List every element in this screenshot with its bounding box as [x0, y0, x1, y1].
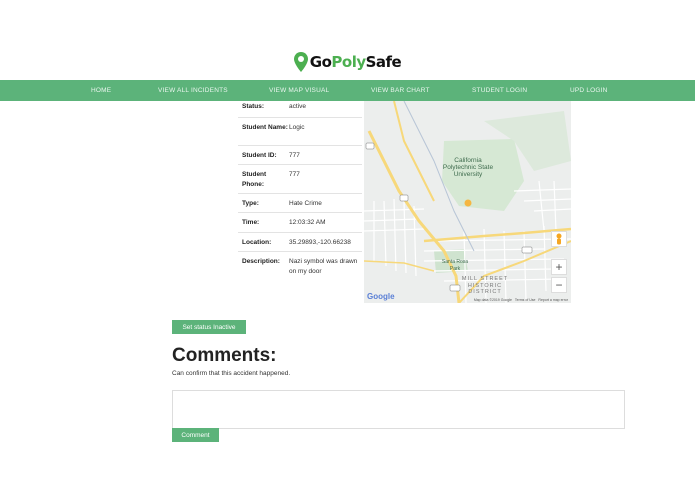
comment-input[interactable]: [172, 390, 625, 429]
nav-upd-login[interactable]: UPD LOGIN: [570, 87, 608, 94]
detail-value: Nazi symbol was drawn on my door: [289, 258, 358, 275]
detail-row-type: Type: Hate Crime: [238, 194, 362, 213]
district-label: MILL STREET HISTORIC DISTRICT: [461, 276, 509, 295]
detail-row-student-phone: Student Phone: 777: [238, 165, 362, 194]
report-map-error-link[interactable]: Report a map error: [538, 298, 568, 302]
detail-label: Status:: [242, 103, 265, 110]
nav-home[interactable]: HOME: [91, 87, 111, 94]
map-pin-icon: [293, 52, 308, 72]
brand-name: GoPolySafe: [309, 53, 402, 71]
detail-row-time: Time: 12:03:32 AM: [238, 213, 362, 233]
nav-student-login[interactable]: STUDENT LOGIN: [472, 87, 527, 94]
google-logo: Google: [367, 292, 395, 301]
detail-label: Description:: [242, 258, 280, 265]
site-logo[interactable]: GoPolySafe: [0, 52, 695, 72]
detail-label: Location:: [242, 239, 272, 246]
detail-row-location: Location: 35.29893,-120.66238: [238, 233, 362, 252]
street-view-pegman-icon[interactable]: [551, 231, 567, 247]
campus-label: California Polytechnic State University: [442, 157, 494, 178]
detail-value: 35.29893,-120.66238: [289, 239, 351, 246]
map-footer: Map data ©2019 Google Terms of Use Repor…: [474, 298, 568, 302]
detail-value: active: [289, 103, 306, 110]
detail-label: Time:: [242, 219, 260, 226]
detail-label: Student Name:: [242, 124, 288, 131]
main-navbar: HOME VIEW ALL INCIDENTS VIEW MAP VISUAL …: [0, 80, 695, 101]
map-data-attribution: Map data ©2019 Google: [473, 298, 513, 302]
detail-row-student-id: Student ID: 777: [238, 146, 362, 165]
detail-value: Logic: [289, 124, 305, 131]
nav-view-bar-chart[interactable]: VIEW BAR CHART: [371, 87, 430, 94]
detail-row-student-name: Student Name: Logic: [238, 118, 362, 146]
zoom-out-button[interactable]: −: [551, 277, 567, 293]
detail-row-description: Description: Nazi symbol was drawn on my…: [238, 252, 362, 278]
comment-item: Can confirm that this accident happened.: [172, 370, 291, 377]
incident-details-table: Status: active Student Name: Logic Stude…: [238, 101, 362, 278]
comments-title: Comments:: [172, 345, 277, 366]
nav-view-all-incidents[interactable]: VIEW ALL INCIDENTS: [158, 87, 228, 94]
detail-value: 12:03:32 AM: [289, 219, 326, 226]
detail-label: Student ID:: [242, 152, 277, 159]
set-status-inactive-button[interactable]: Set status Inactive: [172, 320, 246, 334]
detail-value: Hate Crime: [289, 200, 322, 207]
incident-map[interactable]: California Polytechnic State University …: [364, 101, 571, 303]
detail-label: Type:: [242, 200, 259, 207]
park-label: Santa Rosa Park: [441, 259, 469, 272]
detail-row-status: Status: active: [238, 101, 362, 118]
nav-view-map-visual[interactable]: VIEW MAP VISUAL: [269, 87, 329, 94]
detail-value: 777: [289, 152, 300, 159]
zoom-in-button[interactable]: +: [551, 259, 567, 275]
terms-of-use-link[interactable]: Terms of Use: [515, 298, 536, 302]
detail-label: Student Phone:: [242, 171, 267, 188]
comment-submit-button[interactable]: Comment: [172, 428, 219, 442]
detail-value: 777: [289, 171, 300, 178]
